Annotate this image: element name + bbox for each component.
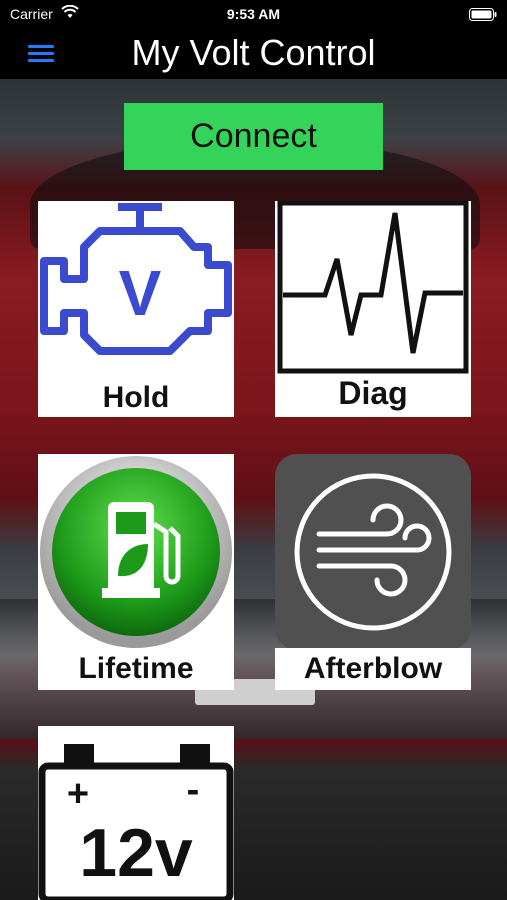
diag-label: Diag (338, 375, 408, 411)
battery-12v-tile[interactable]: + - 12v (38, 726, 234, 900)
battery-icon (469, 8, 497, 24)
nav-bar: My Volt Control (0, 28, 507, 79)
diag-tile[interactable]: Diag (275, 201, 471, 417)
afterblow-tile[interactable]: Afterblow (275, 454, 471, 690)
afterblow-label: Afterblow (303, 652, 443, 685)
fuel-pump-leaf-icon (40, 456, 232, 648)
pulse-wave-icon (277, 201, 469, 374)
status-bar: Carrier 9:53 AM (0, 0, 507, 28)
hold-tile[interactable]: V Hold (38, 201, 234, 417)
page-title: My Volt Control (131, 32, 376, 73)
battery-12v-icon: + - 12v (38, 744, 234, 900)
lifetime-tile[interactable]: Lifetime (38, 454, 234, 690)
battery-plus: + (67, 773, 89, 815)
wind-icon (294, 473, 452, 631)
svg-text:V: V (119, 257, 162, 329)
connect-button[interactable]: Connect (124, 103, 383, 170)
battery-minus: - (187, 769, 200, 811)
hold-label: Hold (102, 381, 170, 414)
lifetime-label: Lifetime (78, 652, 194, 685)
engine-v-icon: V (40, 203, 232, 355)
clock: 9:53 AM (226, 6, 281, 22)
battery-12v-text: 12v (79, 815, 193, 891)
app-screen: Carrier 9:53 AM My Volt Control Connect … (0, 0, 507, 900)
